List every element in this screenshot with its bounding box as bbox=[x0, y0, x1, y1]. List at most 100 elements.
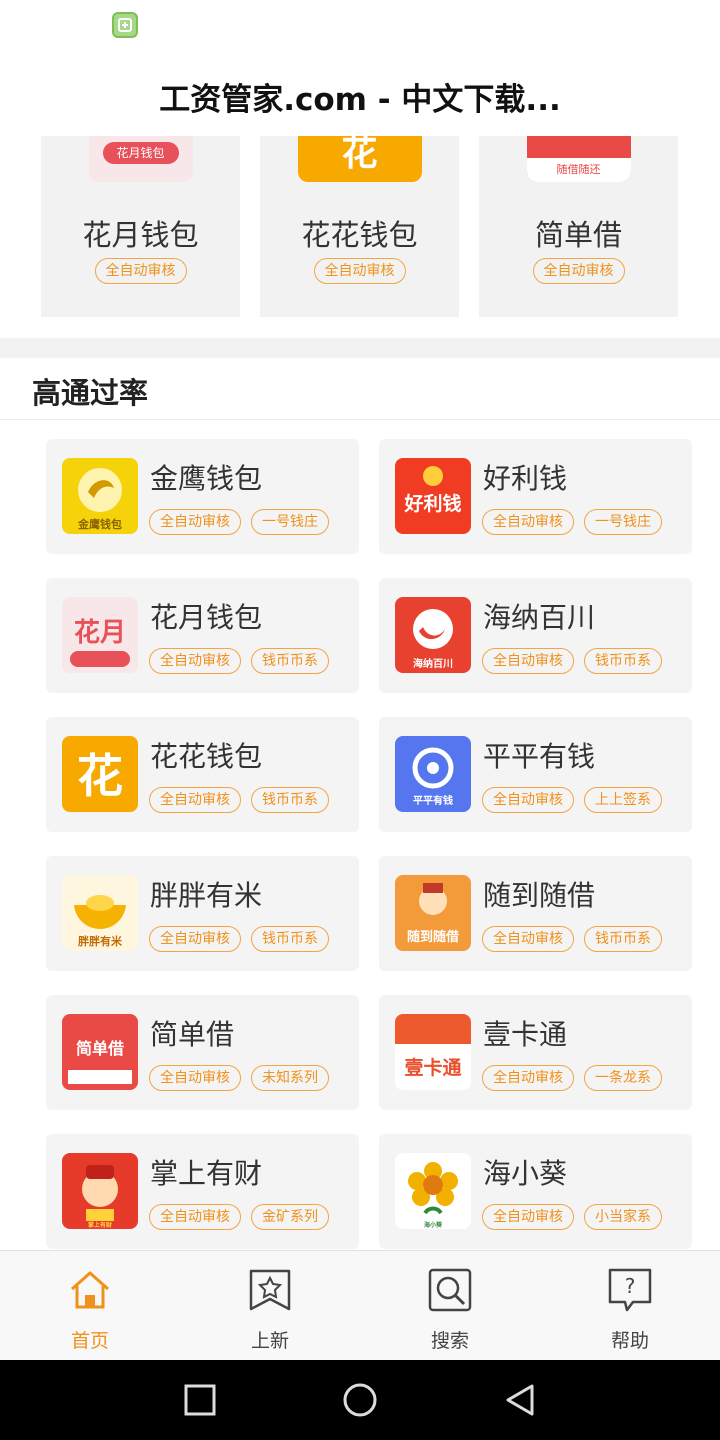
svg-text:海小葵: 海小葵 bbox=[424, 1221, 443, 1229]
app-tag: 全自动审核 bbox=[313, 258, 406, 284]
app-tag: 全自动审核 bbox=[149, 1065, 241, 1091]
section-title: 高通过率 bbox=[32, 376, 149, 410]
app-tag: 钱币币系 bbox=[251, 648, 329, 674]
tab-new[interactable]: 上新 bbox=[180, 1251, 360, 1361]
app-card[interactable]: 随到随借 随到随借 全自动审核 钱币币系 bbox=[379, 856, 692, 971]
star-icon bbox=[249, 1269, 291, 1311]
svg-text:花月: 花月 bbox=[74, 618, 126, 648]
app-tag: 全自动审核 bbox=[149, 648, 241, 674]
tab-help[interactable]: ? 帮助 bbox=[540, 1251, 720, 1361]
app-name: 金鹰钱包 bbox=[150, 462, 263, 495]
app-tag: 全自动审核 bbox=[482, 787, 574, 813]
svg-text:海纳百川: 海纳百川 bbox=[413, 657, 453, 670]
app-thumbnail: 花月钱包 bbox=[88, 136, 193, 182]
tab-label: 首页 bbox=[70, 1330, 109, 1352]
app-tag: 钱币币系 bbox=[251, 787, 329, 813]
back-icon[interactable] bbox=[502, 1382, 538, 1418]
app-name: 花月钱包 bbox=[82, 218, 199, 252]
app-card[interactable]: 海纳百川 海纳百川 全自动审核 钱币币系 bbox=[379, 578, 692, 693]
app-logo: 随到随借 bbox=[395, 875, 471, 951]
app-tag: 钱币币系 bbox=[584, 926, 662, 952]
app-thumbnail: 随借随还 bbox=[526, 136, 631, 182]
app-logo: 掌上有财 bbox=[62, 1153, 138, 1229]
app-card[interactable]: 胖胖有米 胖胖有米 全自动审核 钱币币系 bbox=[46, 856, 359, 971]
app-logo: 胖胖有米 bbox=[62, 875, 138, 951]
app-tag: 钱币币系 bbox=[251, 926, 329, 952]
app-name: 胖胖有米 bbox=[150, 879, 263, 912]
app-name: 花花钱包 bbox=[150, 740, 263, 773]
app-tag: 钱币币系 bbox=[584, 648, 662, 674]
app-tag: 上上签系 bbox=[584, 787, 662, 813]
title-bar: 工资管家.com - 中文下载... bbox=[0, 56, 720, 136]
app-name: 花花钱包 bbox=[301, 218, 418, 252]
app-card[interactable]: 好利钱 好利钱 全自动审核 一号钱庄 bbox=[379, 439, 692, 554]
app-card[interactable]: 花 花花钱包 全自动审核 钱币币系 bbox=[46, 717, 359, 832]
app-tag: 全自动审核 bbox=[149, 926, 241, 952]
tab-label: 搜索 bbox=[430, 1330, 469, 1352]
app-thumbnail: 花 bbox=[297, 136, 422, 182]
svg-text:?: ? bbox=[625, 1274, 636, 1298]
app-name: 随到随借 bbox=[483, 879, 596, 912]
page-title: 工资管家.com - 中文下载... bbox=[159, 82, 561, 118]
svg-text:平平有钱: 平平有钱 bbox=[413, 794, 453, 807]
app-tag: 一条龙系 bbox=[584, 1065, 662, 1091]
app-tag: 金矿系列 bbox=[251, 1204, 329, 1230]
app-logo: 海纳百川 bbox=[395, 597, 471, 673]
top-card[interactable]: 花月钱包 花月钱包 全自动审核 bbox=[41, 136, 240, 317]
app-name: 海小葵 bbox=[483, 1157, 568, 1190]
app-tag: 全自动审核 bbox=[482, 1204, 574, 1230]
app-tag: 全自动审核 bbox=[149, 787, 241, 813]
svg-text:好利钱: 好利钱 bbox=[403, 492, 461, 515]
app-tag: 全自动审核 bbox=[482, 648, 574, 674]
svg-text:掌上有财: 掌上有财 bbox=[88, 1221, 112, 1229]
app-card[interactable]: 平平有钱 平平有钱 全自动审核 上上签系 bbox=[379, 717, 692, 832]
app-name: 简单借 bbox=[534, 218, 622, 252]
app-logo: 金鹰钱包 bbox=[62, 458, 138, 534]
app-card[interactable]: 壹卡通 壹卡通 全自动审核 一条龙系 bbox=[379, 995, 692, 1110]
tab-label: 上新 bbox=[250, 1330, 289, 1352]
svg-text:金鹰钱包: 金鹰钱包 bbox=[77, 517, 122, 531]
app-grid: 金鹰钱包 金鹰钱包 全自动审核 一号钱庄 好利钱 好利钱 全自动审核 一号钱庄 花月… bbox=[0, 420, 720, 1250]
status-bar bbox=[0, 0, 720, 56]
app-tag: 全自动审核 bbox=[149, 1204, 241, 1230]
app-name: 简单借 bbox=[150, 1018, 235, 1051]
app-card[interactable]: 简单借 简单借 全自动审核 未知系列 bbox=[46, 995, 359, 1110]
top-card[interactable]: 花 花花钱包 全自动审核 bbox=[260, 136, 459, 317]
home-icon bbox=[71, 1271, 109, 1309]
app-logo: 平平有钱 bbox=[395, 736, 471, 812]
svg-text:壹卡通: 壹卡通 bbox=[404, 1056, 462, 1079]
app-tag: 一号钱庄 bbox=[584, 509, 662, 535]
app-icon bbox=[112, 12, 138, 38]
tab-home[interactable]: 首页 bbox=[0, 1251, 180, 1361]
tab-label: 帮助 bbox=[610, 1330, 649, 1352]
recent-apps-icon[interactable] bbox=[182, 1382, 218, 1418]
app-name: 花月钱包 bbox=[150, 601, 263, 634]
app-card[interactable]: 掌上有财 掌上有财 全自动审核 金矿系列 bbox=[46, 1134, 359, 1249]
app-card[interactable]: 金鹰钱包 金鹰钱包 全自动审核 一号钱庄 bbox=[46, 439, 359, 554]
app-logo: 花 bbox=[62, 736, 138, 812]
app-tag: 一号钱庄 bbox=[251, 509, 329, 535]
app-tag: 全自动审核 bbox=[94, 258, 187, 284]
app-logo: 壹卡通 bbox=[395, 1014, 471, 1090]
svg-text:随到随借: 随到随借 bbox=[407, 929, 459, 945]
app-name: 掌上有财 bbox=[150, 1157, 263, 1190]
top-app-strip: 花月钱包 花月钱包 全自动审核 花 花花钱包 全自动审核 随借随还 简单借 全自… bbox=[0, 136, 720, 338]
app-name: 海纳百川 bbox=[483, 601, 596, 634]
app-tag: 小当家系 bbox=[584, 1204, 662, 1230]
app-logo: 海小葵 bbox=[395, 1153, 471, 1229]
app-tag: 全自动审核 bbox=[149, 509, 241, 535]
system-nav-bar bbox=[0, 1360, 720, 1440]
top-card[interactable]: 随借随还 简单借 全自动审核 bbox=[479, 136, 678, 317]
app-tag: 全自动审核 bbox=[482, 926, 574, 952]
app-name: 壹卡通 bbox=[483, 1018, 568, 1051]
app-card[interactable]: 花月 花月钱包 全自动审核 钱币币系 bbox=[46, 578, 359, 693]
home-circle-icon[interactable] bbox=[342, 1382, 378, 1418]
svg-text:花: 花 bbox=[77, 749, 123, 803]
app-tag: 未知系列 bbox=[251, 1065, 329, 1091]
app-tag: 全自动审核 bbox=[482, 509, 574, 535]
svg-text:胖胖有米: 胖胖有米 bbox=[78, 934, 123, 948]
tab-search[interactable]: 搜索 bbox=[360, 1251, 540, 1361]
app-logo: 好利钱 bbox=[395, 458, 471, 534]
section-header: 高通过率 bbox=[0, 358, 720, 420]
app-card[interactable]: 海小葵 海小葵 全自动审核 小当家系 bbox=[379, 1134, 692, 1249]
